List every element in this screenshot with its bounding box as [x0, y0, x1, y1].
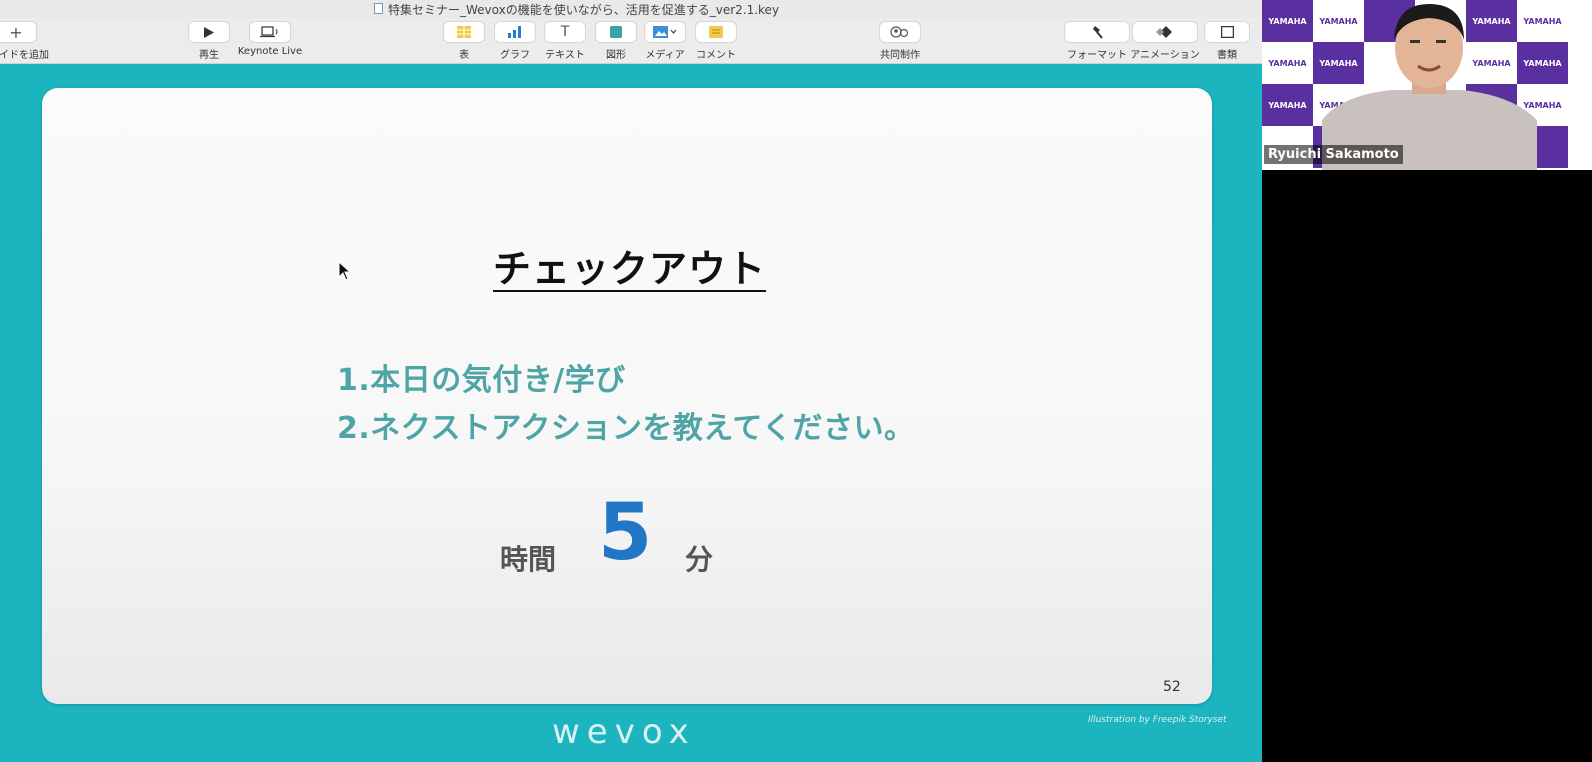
play-button[interactable] [189, 22, 229, 42]
title-bar: 特集セミナー_Wevoxの機能を使いながら、活用を促進する_ver2.1.key [0, 0, 1262, 18]
shape-icon [610, 26, 622, 38]
play-icon [204, 26, 214, 38]
format-button[interactable] [1065, 22, 1129, 42]
participant-name: Ryuichi Sakamoto [1264, 145, 1403, 164]
keynote-live-icon [260, 26, 278, 38]
media-label: メディア [645, 50, 685, 61]
slide-number: 52 [1163, 679, 1181, 695]
mouse-cursor-icon [338, 261, 352, 281]
slide-item-1: 1.本日の気付き/学び [337, 363, 626, 398]
paintbrush-icon [1093, 25, 1103, 39]
document-icon [374, 3, 383, 14]
shape-label: 図形 [606, 50, 626, 61]
backdrop-tile: YAMAHA [1262, 0, 1313, 42]
illustration-credit: Illustration by Freepik Storyset [1088, 715, 1227, 725]
plus-icon: + [9, 22, 23, 42]
keynote-live-button[interactable] [250, 22, 290, 42]
slide-item-2: 2.ネクストアクションを教えてください。 [337, 411, 915, 446]
media-button[interactable] [645, 22, 685, 42]
document-label: 書類 [1217, 50, 1237, 61]
media-icon [653, 26, 677, 38]
comment-label: コメント [696, 50, 736, 61]
slide-canvas[interactable] [42, 88, 1212, 704]
table-label: 表 [459, 50, 469, 61]
bar-chart-icon [508, 26, 521, 38]
table-icon [457, 26, 471, 38]
collaborate-button[interactable] [880, 22, 920, 42]
animate-button[interactable] [1133, 22, 1197, 42]
shape-button[interactable] [596, 22, 636, 42]
window-title: 特集セミナー_Wevoxの機能を使いながら、活用を促進する_ver2.1.key [388, 3, 780, 17]
time-unit: 分 [685, 543, 714, 576]
slide-title: チェックアウト [493, 247, 767, 291]
toolbar: + イドを追加 再生 Keynote Live 表 グラフ T テキスト 図形 … [0, 18, 1262, 64]
text-icon: T [560, 24, 570, 40]
text-label: テキスト [545, 50, 585, 61]
animate-icon [1156, 26, 1172, 38]
backdrop-tile: YAMAHA [1262, 84, 1313, 126]
backdrop-tile: YAMAHA [1262, 42, 1313, 84]
time-value: 5 [598, 488, 653, 578]
add-slide-button[interactable]: + [0, 22, 36, 42]
document-panel-icon [1220, 26, 1234, 38]
play-label: 再生 [199, 50, 219, 61]
chart-label: グラフ [500, 50, 530, 61]
wevox-logo: wevox [552, 712, 696, 752]
document-button[interactable] [1205, 22, 1249, 42]
participant-video[interactable]: YAMAHA YAMAHA YAMAHA YAMAHA YAMAHA YAMAH… [1262, 0, 1592, 170]
text-button[interactable]: T [545, 22, 585, 42]
animate-label: アニメーション [1130, 50, 1200, 61]
add-slide-label: イドを追加 [0, 50, 49, 61]
comment-button[interactable] [696, 22, 736, 42]
keynote-window: 特集セミナー_Wevoxの機能を使いながら、活用を促進する_ver2.1.key… [0, 0, 1262, 762]
keynote-live-label: Keynote Live [237, 46, 303, 57]
collaborate-label: 共同制作 [880, 50, 920, 61]
table-button[interactable] [444, 22, 484, 42]
time-label: 時間 [500, 543, 557, 576]
chart-button[interactable] [495, 22, 535, 42]
collaborate-icon [890, 26, 909, 38]
comment-icon [709, 26, 723, 38]
format-label: フォーマット [1067, 50, 1127, 61]
